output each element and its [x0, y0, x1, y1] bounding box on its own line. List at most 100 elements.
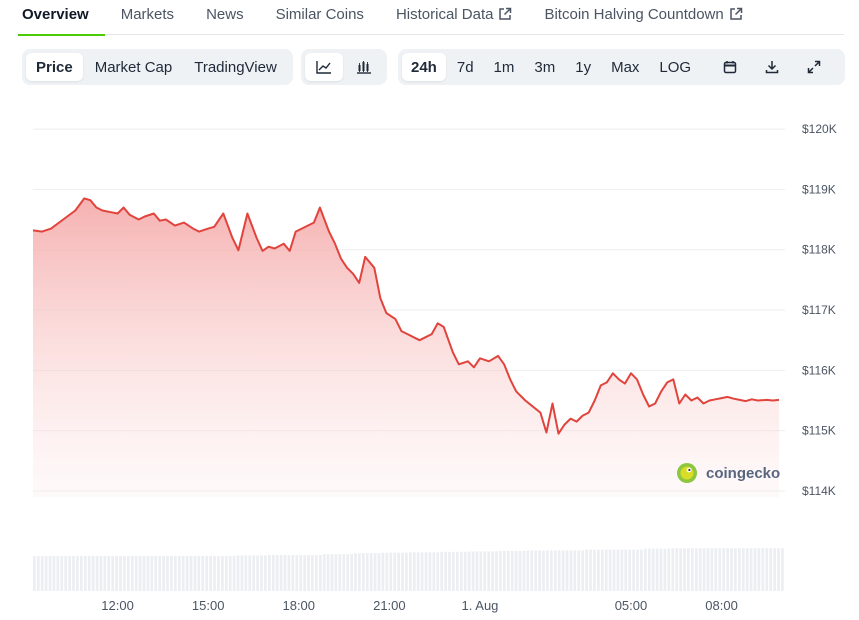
calendar-icon[interactable] [710, 53, 750, 81]
tab-bitcoin-halving-countdown[interactable]: Bitcoin Halving Countdown [544, 0, 742, 35]
x-tick-label: 18:00 [282, 598, 315, 613]
volume-bar [412, 552, 416, 591]
volume-bar [718, 548, 722, 591]
volume-bar [193, 555, 197, 591]
volume-bar [185, 555, 189, 591]
volume-bar [506, 550, 510, 591]
download-icon[interactable] [752, 53, 792, 81]
volume-bar [424, 552, 428, 591]
volume-bar [326, 554, 330, 591]
volume-bar [115, 555, 118, 591]
volume-bar [569, 550, 573, 591]
external-link-icon [729, 6, 743, 35]
x-tick-label: 12:00 [101, 598, 134, 613]
volume-bar [675, 548, 679, 591]
volume-bar [291, 555, 295, 591]
volume-bar [397, 552, 400, 591]
volume-bar [722, 548, 726, 591]
price-chart: $114K $115K $116K $117K $118K $119K $120K 12:0… [32, 122, 837, 613]
volume-bar [565, 550, 569, 591]
volume-bar [111, 555, 115, 591]
range-tab-log[interactable]: LOG [650, 53, 700, 81]
tab-news[interactable]: News [206, 0, 244, 35]
volume-bar [162, 555, 165, 591]
volume-bar [342, 554, 346, 591]
volume-bar [491, 551, 494, 591]
range-tab-1y[interactable]: 1y [566, 53, 600, 81]
volume-bar [518, 550, 522, 591]
volume-bar [279, 555, 283, 591]
volume-bar [710, 548, 714, 591]
volume-bar [589, 549, 592, 591]
volume-bar [448, 551, 451, 591]
tab-markets[interactable]: Markets [121, 0, 174, 35]
tab-label: Similar Coins [275, 6, 364, 23]
volume-bar [597, 549, 600, 591]
volume-bar [483, 551, 487, 591]
volume-bar [463, 551, 467, 591]
volume-bar [76, 555, 79, 591]
candlestick-chart-icon[interactable] [345, 53, 383, 81]
y-tick-label: $117K [802, 303, 836, 317]
volume-bar [271, 555, 275, 591]
volume-bar [510, 550, 514, 591]
volume-bar [683, 548, 686, 591]
volume-bar [80, 555, 83, 591]
tab-historical-data[interactable]: Historical Data [396, 0, 513, 35]
volume-bar [389, 552, 393, 591]
volume-bar [604, 549, 608, 591]
metric-tab-price[interactable]: Price [26, 53, 83, 81]
volume-bar [154, 555, 158, 591]
volume-bar [170, 555, 173, 591]
volume-bar [655, 548, 659, 591]
line-chart-icon[interactable] [305, 53, 343, 81]
volume-bar [209, 555, 212, 591]
volume-bar [330, 554, 334, 591]
tab-overview[interactable]: Overview [18, 0, 105, 36]
y-tick-label: $119K [802, 182, 836, 196]
volume-bar [741, 548, 745, 591]
volume-bar [87, 555, 91, 591]
volume-bar [260, 555, 263, 591]
expand-icon[interactable] [794, 53, 834, 81]
volume-bar [205, 555, 209, 591]
volume-bar [44, 555, 48, 591]
range-tab-1m[interactable]: 1m [485, 53, 524, 81]
range-tab-7d[interactable]: 7d [448, 53, 483, 81]
volume-bar [777, 548, 780, 591]
volume-bar [134, 555, 138, 591]
volume-bar [354, 553, 357, 591]
volume-bar [373, 553, 377, 591]
range-tab-24h[interactable]: 24h [402, 53, 446, 81]
metric-tab-market-cap[interactable]: Market Cap [85, 53, 183, 81]
volume-bar [679, 548, 682, 591]
volume-bar [757, 548, 761, 591]
volume-bar [409, 552, 412, 591]
range-tab-3m[interactable]: 3m [525, 53, 564, 81]
volume-bar [244, 555, 248, 591]
metric-tab-tradingview[interactable]: TradingView [184, 53, 287, 81]
volume-bar [726, 548, 729, 591]
volume-bar [698, 548, 702, 591]
volume-bar [365, 553, 369, 591]
volume-bar [52, 555, 56, 591]
range-tab-max[interactable]: Max [602, 53, 648, 81]
volume-bar [452, 551, 455, 591]
volume-bar [616, 549, 620, 591]
volume-bar [174, 555, 177, 591]
tab-similar-coins[interactable]: Similar Coins [276, 0, 364, 35]
y-tick-label: $118K [802, 243, 836, 257]
volume-bar [60, 555, 64, 591]
volume-bar [228, 555, 232, 591]
volume-bar [745, 548, 749, 591]
volume-bar [553, 550, 557, 591]
volume-bar [475, 551, 479, 591]
volume-bar [577, 550, 581, 591]
volume-bar [36, 555, 40, 591]
volume-bar [585, 549, 588, 591]
volume-bar [534, 550, 538, 591]
volume-bar [671, 548, 675, 591]
x-tick-label: 21:00 [373, 598, 406, 613]
y-tick-label: $120K [802, 122, 837, 136]
volume-bar [714, 548, 718, 591]
